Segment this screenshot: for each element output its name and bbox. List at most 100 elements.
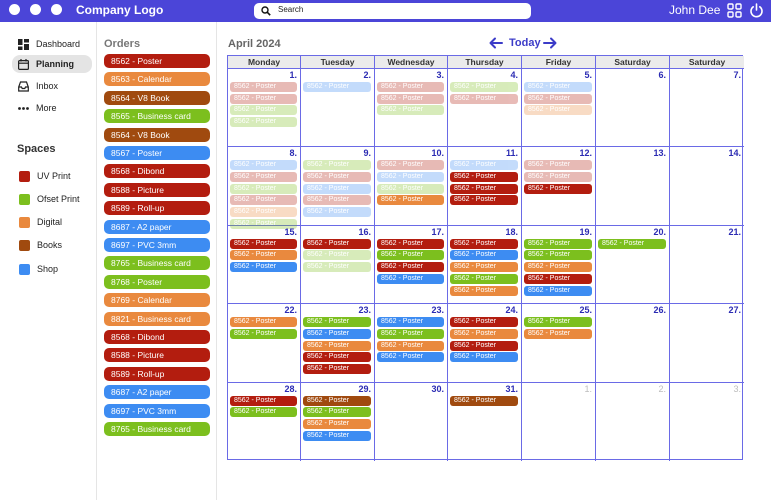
nav-item-planning[interactable]: Planning	[12, 55, 92, 73]
day-cell[interactable]: 22. 8562 - Poster 8562 - Poster	[228, 304, 301, 383]
order-item[interactable]: 8697 - PVC 3mm	[104, 238, 210, 252]
calendar-event[interactable]: 8562 - Poster	[450, 82, 518, 92]
calendar-event[interactable]: 8562 - Poster	[230, 160, 297, 171]
calendar-event[interactable]: 8562 - Poster	[230, 395, 297, 406]
calendar-event[interactable]: 8562 - Poster	[524, 285, 592, 296]
calendar-event[interactable]: 8562 - Poster	[303, 82, 371, 92]
order-item[interactable]: 8568 - Dibond	[104, 164, 210, 179]
calendar-event[interactable]: 8562 - Poster	[303, 430, 371, 441]
order-item[interactable]: 8565 - Business card	[104, 109, 210, 124]
calendar-event[interactable]: 8562 - Poster	[230, 238, 297, 249]
calendar-event[interactable]: 8562 - Poster	[450, 285, 518, 296]
calendar-event[interactable]: 8562 - Poster	[230, 328, 297, 339]
order-item[interactable]: 8564 - V8 Book	[104, 127, 210, 142]
day-cell[interactable]: 11. 8562 - Poster 8562 - Poster 8562 - Post…	[448, 147, 522, 226]
calendar-event[interactable]: 8562 - Poster	[524, 238, 592, 249]
order-item[interactable]: 8564 - V8 Book	[104, 90, 210, 105]
day-cell[interactable]: 3. 8562 - Poster 8562 - Poster 8562 - Poste…	[375, 69, 448, 148]
order-item[interactable]: 8765 - Business card	[104, 422, 210, 436]
calendar-event[interactable]: 8562 - Poster	[450, 160, 518, 171]
calendar-event[interactable]: 8562 - Poster	[230, 117, 297, 128]
order-item[interactable]: 8568 - Dibond	[104, 330, 210, 344]
calendar-event[interactable]: 8562 - Poster	[303, 195, 371, 206]
arrow-left-icon[interactable]	[489, 37, 503, 49]
calendar-event[interactable]: 8562 - Poster	[450, 238, 518, 249]
day-cell[interactable]: 13.	[596, 147, 670, 226]
calendar-event[interactable]: 8562 - Poster	[524, 160, 592, 171]
calendar-event[interactable]: 8562 - Poster	[230, 82, 297, 92]
calendar-event[interactable]: 8562 - Poster	[303, 250, 371, 261]
calendar-event[interactable]: 8562 - Poster	[377, 160, 444, 171]
calendar-event[interactable]: 8562 - Poster	[377, 340, 444, 351]
order-item[interactable]: 8687 - A2 paper	[104, 385, 210, 400]
calendar-event[interactable]: 8562 - Poster	[377, 238, 444, 249]
calendar-event[interactable]: 8562 - Poster	[377, 172, 444, 183]
calendar-event[interactable]: 8562 - Poster	[230, 317, 297, 328]
user-name[interactable]: John Dee	[669, 3, 720, 17]
calendar-event[interactable]: 8562 - Poster	[230, 105, 297, 116]
order-item[interactable]: 8765 - Business card	[104, 256, 210, 271]
day-cell[interactable]: 15. 8562 - Poster 8562 - Poster 8562 - Post…	[228, 225, 301, 305]
calendar-event[interactable]: 8562 - Poster	[230, 407, 297, 418]
calendar-event[interactable]: 8562 - Poster	[598, 238, 666, 249]
day-cell[interactable]: 1.	[522, 382, 596, 461]
apps-grid-icon[interactable]	[727, 3, 742, 18]
window-dot-icon[interactable]	[9, 4, 20, 15]
calendar-event[interactable]: 8562 - Poster	[303, 183, 371, 194]
calendar-event[interactable]: 8562 - Poster	[524, 262, 592, 273]
calendar-event[interactable]: 8562 - Poster	[450, 352, 518, 363]
calendar-event[interactable]: 8562 - Poster	[303, 328, 371, 339]
day-cell[interactable]: 19. 8562 - Poster 8562 - Poster 8562 - Post…	[522, 225, 596, 305]
search-input[interactable]: Search	[254, 3, 531, 19]
day-cell[interactable]: 10. 8562 - Poster 8562 - Poster 8562 - Post…	[375, 147, 448, 226]
day-cell[interactable]: 8. 8562 - Poster 8562 - Poster 8562 - Poste…	[228, 147, 301, 229]
day-cell[interactable]: 23. 8562 - Poster 8562 - Poster 8562 - Post…	[301, 304, 375, 383]
calendar-event[interactable]: 8562 - Poster	[303, 407, 371, 418]
order-item[interactable]: 8697 - PVC 3mm	[104, 403, 210, 418]
day-cell[interactable]: 2. 8562 - Poster	[301, 69, 375, 148]
calendar-event[interactable]: 8562 - Poster	[524, 82, 592, 92]
calendar-event[interactable]: 8562 - Poster	[230, 262, 297, 273]
day-cell[interactable]: 31. 8562 - Poster	[448, 382, 522, 461]
calendar-event[interactable]: 8562 - Poster	[524, 317, 592, 328]
calendar-event[interactable]: 8562 - Poster	[303, 418, 371, 429]
nav-item-dashboard[interactable]: Dashboard	[12, 35, 92, 53]
day-cell[interactable]: 18. 8562 - Poster 8562 - Poster 8562 - Post…	[448, 225, 522, 305]
calendar-event[interactable]: 8562 - Poster	[377, 352, 444, 363]
calendar-event[interactable]: 8562 - Poster	[377, 273, 444, 284]
calendar-event[interactable]: 8562 - Poster	[230, 172, 297, 183]
calendar-event[interactable]: 8562 - Poster	[524, 183, 592, 194]
calendar-event[interactable]: 8562 - Poster	[230, 195, 297, 206]
calendar-event[interactable]: 8562 - Poster	[377, 93, 444, 104]
order-item[interactable]: 8563 - Calendar	[104, 72, 210, 87]
day-cell[interactable]: 28. 8562 - Poster 8562 - Poster	[228, 382, 301, 461]
calendar-event[interactable]: 8562 - Poster	[377, 105, 444, 116]
calendar-event[interactable]: 8562 - Poster	[303, 363, 371, 374]
calendar-event[interactable]: 8562 - Poster	[450, 183, 518, 194]
calendar-event[interactable]: 8562 - Poster	[450, 250, 518, 261]
calendar-event[interactable]: 8562 - Poster	[450, 317, 518, 328]
day-cell[interactable]: 20. 8562 - Poster	[596, 225, 670, 305]
calendar-event[interactable]: 8562 - Poster	[230, 207, 297, 218]
day-cell[interactable]: 23. 8562 - Poster 8562 - Poster 8562 - Post…	[375, 304, 448, 383]
day-cell[interactable]: 27.	[670, 304, 744, 383]
day-cell[interactable]: 17. 8562 - Poster 8562 - Poster 8562 - Post…	[375, 225, 448, 305]
calendar-event[interactable]: 8562 - Poster	[524, 93, 592, 104]
day-cell[interactable]: 16. 8562 - Poster 8562 - Poster 8562 - Post…	[301, 225, 375, 305]
day-cell[interactable]: 29. 8562 - Poster 8562 - Poster 8562 - Post…	[301, 382, 375, 461]
nav-item-more[interactable]: More	[12, 99, 92, 117]
day-cell[interactable]: 26.	[596, 304, 670, 383]
calendar-event[interactable]: 8562 - Poster	[377, 262, 444, 273]
calendar-event[interactable]: 8562 - Poster	[450, 340, 518, 351]
window-dot-icon[interactable]	[30, 4, 41, 15]
calendar-event[interactable]: 8562 - Poster	[303, 340, 371, 351]
calendar-event[interactable]: 8562 - Poster	[450, 273, 518, 284]
order-item[interactable]: 8567 - Poster	[104, 146, 210, 160]
calendar-event[interactable]: 8562 - Poster	[377, 183, 444, 194]
day-cell[interactable]: 1. 8562 - Poster 8562 - Poster 8562 - Poste…	[228, 69, 301, 148]
calendar-event[interactable]: 8562 - Poster	[524, 172, 592, 183]
day-cell[interactable]: 3.	[670, 383, 744, 461]
day-cell[interactable]: 2.	[596, 382, 670, 461]
day-cell[interactable]: 4. 8562 - Poster 8562 - Poster	[448, 69, 522, 148]
calendar-event[interactable]: 8562 - Poster	[303, 172, 371, 183]
